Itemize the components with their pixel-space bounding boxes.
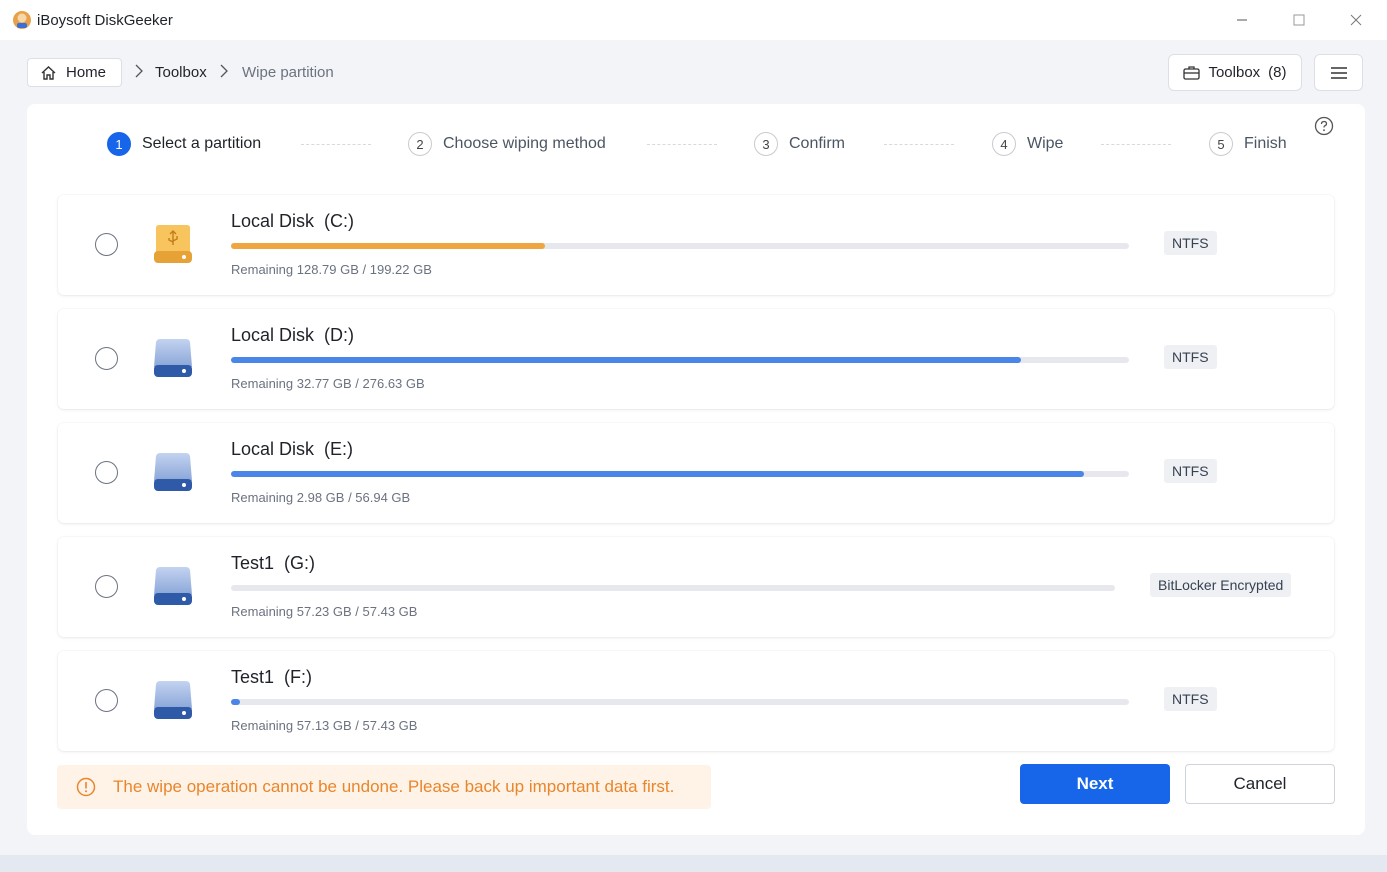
- usage-bar: [231, 357, 1129, 363]
- filesystem-badge: NTFS: [1164, 687, 1217, 711]
- partition-name: Test1 (F:): [231, 667, 313, 687]
- maximize-icon: [1293, 14, 1305, 26]
- partition-row[interactable]: Local Disk (D:) Remaining 32.77 GB / 276…: [58, 309, 1334, 409]
- home-label: Home: [66, 64, 107, 81]
- minimize-button[interactable]: [1216, 0, 1268, 40]
- hard-drive-icon: [154, 681, 192, 719]
- step-number: 2: [408, 132, 432, 156]
- next-button[interactable]: Next: [1020, 764, 1170, 804]
- filesystem-badge: NTFS: [1164, 231, 1217, 255]
- usage-bar: [231, 243, 1129, 249]
- step-label: Select a partition: [142, 135, 262, 152]
- step-divider: [647, 144, 717, 145]
- chevron-right-icon: [220, 64, 228, 78]
- partition-row[interactable]: Local Disk (C:) Remaining 128.79 GB / 19…: [58, 195, 1334, 295]
- step-number: 1: [107, 132, 131, 156]
- usage-bar-fill: [231, 699, 240, 705]
- close-button[interactable]: [1330, 0, 1382, 40]
- filesystem-badge: BitLocker Encrypted: [1150, 573, 1292, 597]
- chevron-right-icon: [135, 64, 143, 78]
- step-select-partition: 1 Select a partition: [107, 132, 261, 156]
- hard-drive-icon: [154, 339, 192, 377]
- hard-drive-icon: [154, 567, 192, 605]
- partition-radio[interactable]: [95, 233, 118, 256]
- usage-bar: [231, 471, 1129, 477]
- usage-bar-fill: [231, 243, 545, 249]
- step-finish: 5 Finish: [1209, 132, 1287, 156]
- partition-radio[interactable]: [95, 461, 118, 484]
- toolbox-button[interactable]: Toolbox (8): [1168, 54, 1302, 91]
- partition-row[interactable]: Test1 (G:) Remaining 57.23 GB / 57.43 GB…: [58, 537, 1334, 637]
- step-confirm: 3 Confirm: [754, 132, 845, 156]
- hard-drive-icon: [154, 453, 192, 491]
- partition-name: Local Disk (D:): [231, 325, 355, 345]
- step-divider: [301, 144, 371, 145]
- usage-bar-fill: [231, 357, 1021, 363]
- step-divider: [884, 144, 954, 145]
- usage-bar-fill: [231, 471, 1084, 477]
- window-bottom-edge: [0, 855, 1387, 872]
- step-number: 4: [992, 132, 1016, 156]
- partition-name: Test1 (G:): [231, 553, 316, 573]
- menu-button[interactable]: [1314, 54, 1363, 91]
- step-label: Choose wiping method: [443, 135, 606, 152]
- maximize-button[interactable]: [1273, 0, 1325, 40]
- breadcrumb-current: Wipe partition: [242, 64, 334, 81]
- filesystem-badge: NTFS: [1164, 459, 1217, 483]
- close-icon: [1350, 14, 1362, 26]
- partition-remaining: Remaining 32.77 GB / 276.63 GB: [231, 376, 425, 391]
- usage-bar: [231, 585, 1115, 591]
- step-label: Finish: [1244, 135, 1287, 152]
- minimize-icon: [1237, 19, 1247, 21]
- partition-remaining: Remaining 2.98 GB / 56.94 GB: [231, 490, 411, 505]
- partition-radio[interactable]: [95, 689, 118, 712]
- step-divider: [1101, 144, 1171, 145]
- main-panel: 1 Select a partition 2 Choose wiping met…: [27, 104, 1365, 835]
- partition-row[interactable]: Test1 (F:) Remaining 57.13 GB / 57.43 GB…: [58, 651, 1334, 751]
- partition-radio[interactable]: [95, 575, 118, 598]
- partition-row[interactable]: Local Disk (E:) Remaining 2.98 GB / 56.9…: [58, 423, 1334, 523]
- breadcrumb-toolbox[interactable]: Toolbox: [155, 64, 207, 81]
- partition-radio[interactable]: [95, 347, 118, 370]
- toolbox-label: Toolbox: [1208, 64, 1261, 81]
- app-logo-icon: [13, 11, 31, 29]
- usb-drive-icon: [154, 225, 192, 263]
- warning-text: The wipe operation cannot be undone. Ple…: [113, 777, 675, 796]
- step-label: Confirm: [789, 135, 846, 152]
- filesystem-badge: NTFS: [1164, 345, 1217, 369]
- toolbox-count: (8): [1268, 64, 1287, 81]
- partition-name: Local Disk (C:): [231, 211, 355, 231]
- warning-banner: The wipe operation cannot be undone. Ple…: [57, 765, 711, 809]
- title-bar: iBoysoft DiskGeeker: [0, 0, 1387, 40]
- usage-bar: [231, 699, 1129, 705]
- step-wipe: 4 Wipe: [992, 132, 1063, 156]
- cancel-button[interactable]: Cancel: [1185, 764, 1335, 804]
- toolbox-icon: [1183, 66, 1201, 80]
- step-choose-method: 2 Choose wiping method: [408, 132, 606, 156]
- step-number: 5: [1209, 132, 1233, 156]
- partition-remaining: Remaining 128.79 GB / 199.22 GB: [231, 262, 432, 277]
- help-icon[interactable]: [1314, 116, 1334, 136]
- home-button[interactable]: Home: [27, 58, 122, 87]
- app-title: iBoysoft DiskGeeker: [37, 12, 173, 29]
- partition-remaining: Remaining 57.23 GB / 57.43 GB: [231, 604, 418, 619]
- partition-name: Local Disk (E:): [231, 439, 354, 459]
- step-number: 3: [754, 132, 778, 156]
- warning-icon: [76, 777, 96, 797]
- hamburger-menu-icon: [1330, 66, 1347, 79]
- step-label: Wipe: [1027, 135, 1064, 152]
- home-icon: [41, 65, 56, 80]
- partition-remaining: Remaining 57.13 GB / 57.43 GB: [231, 718, 418, 733]
